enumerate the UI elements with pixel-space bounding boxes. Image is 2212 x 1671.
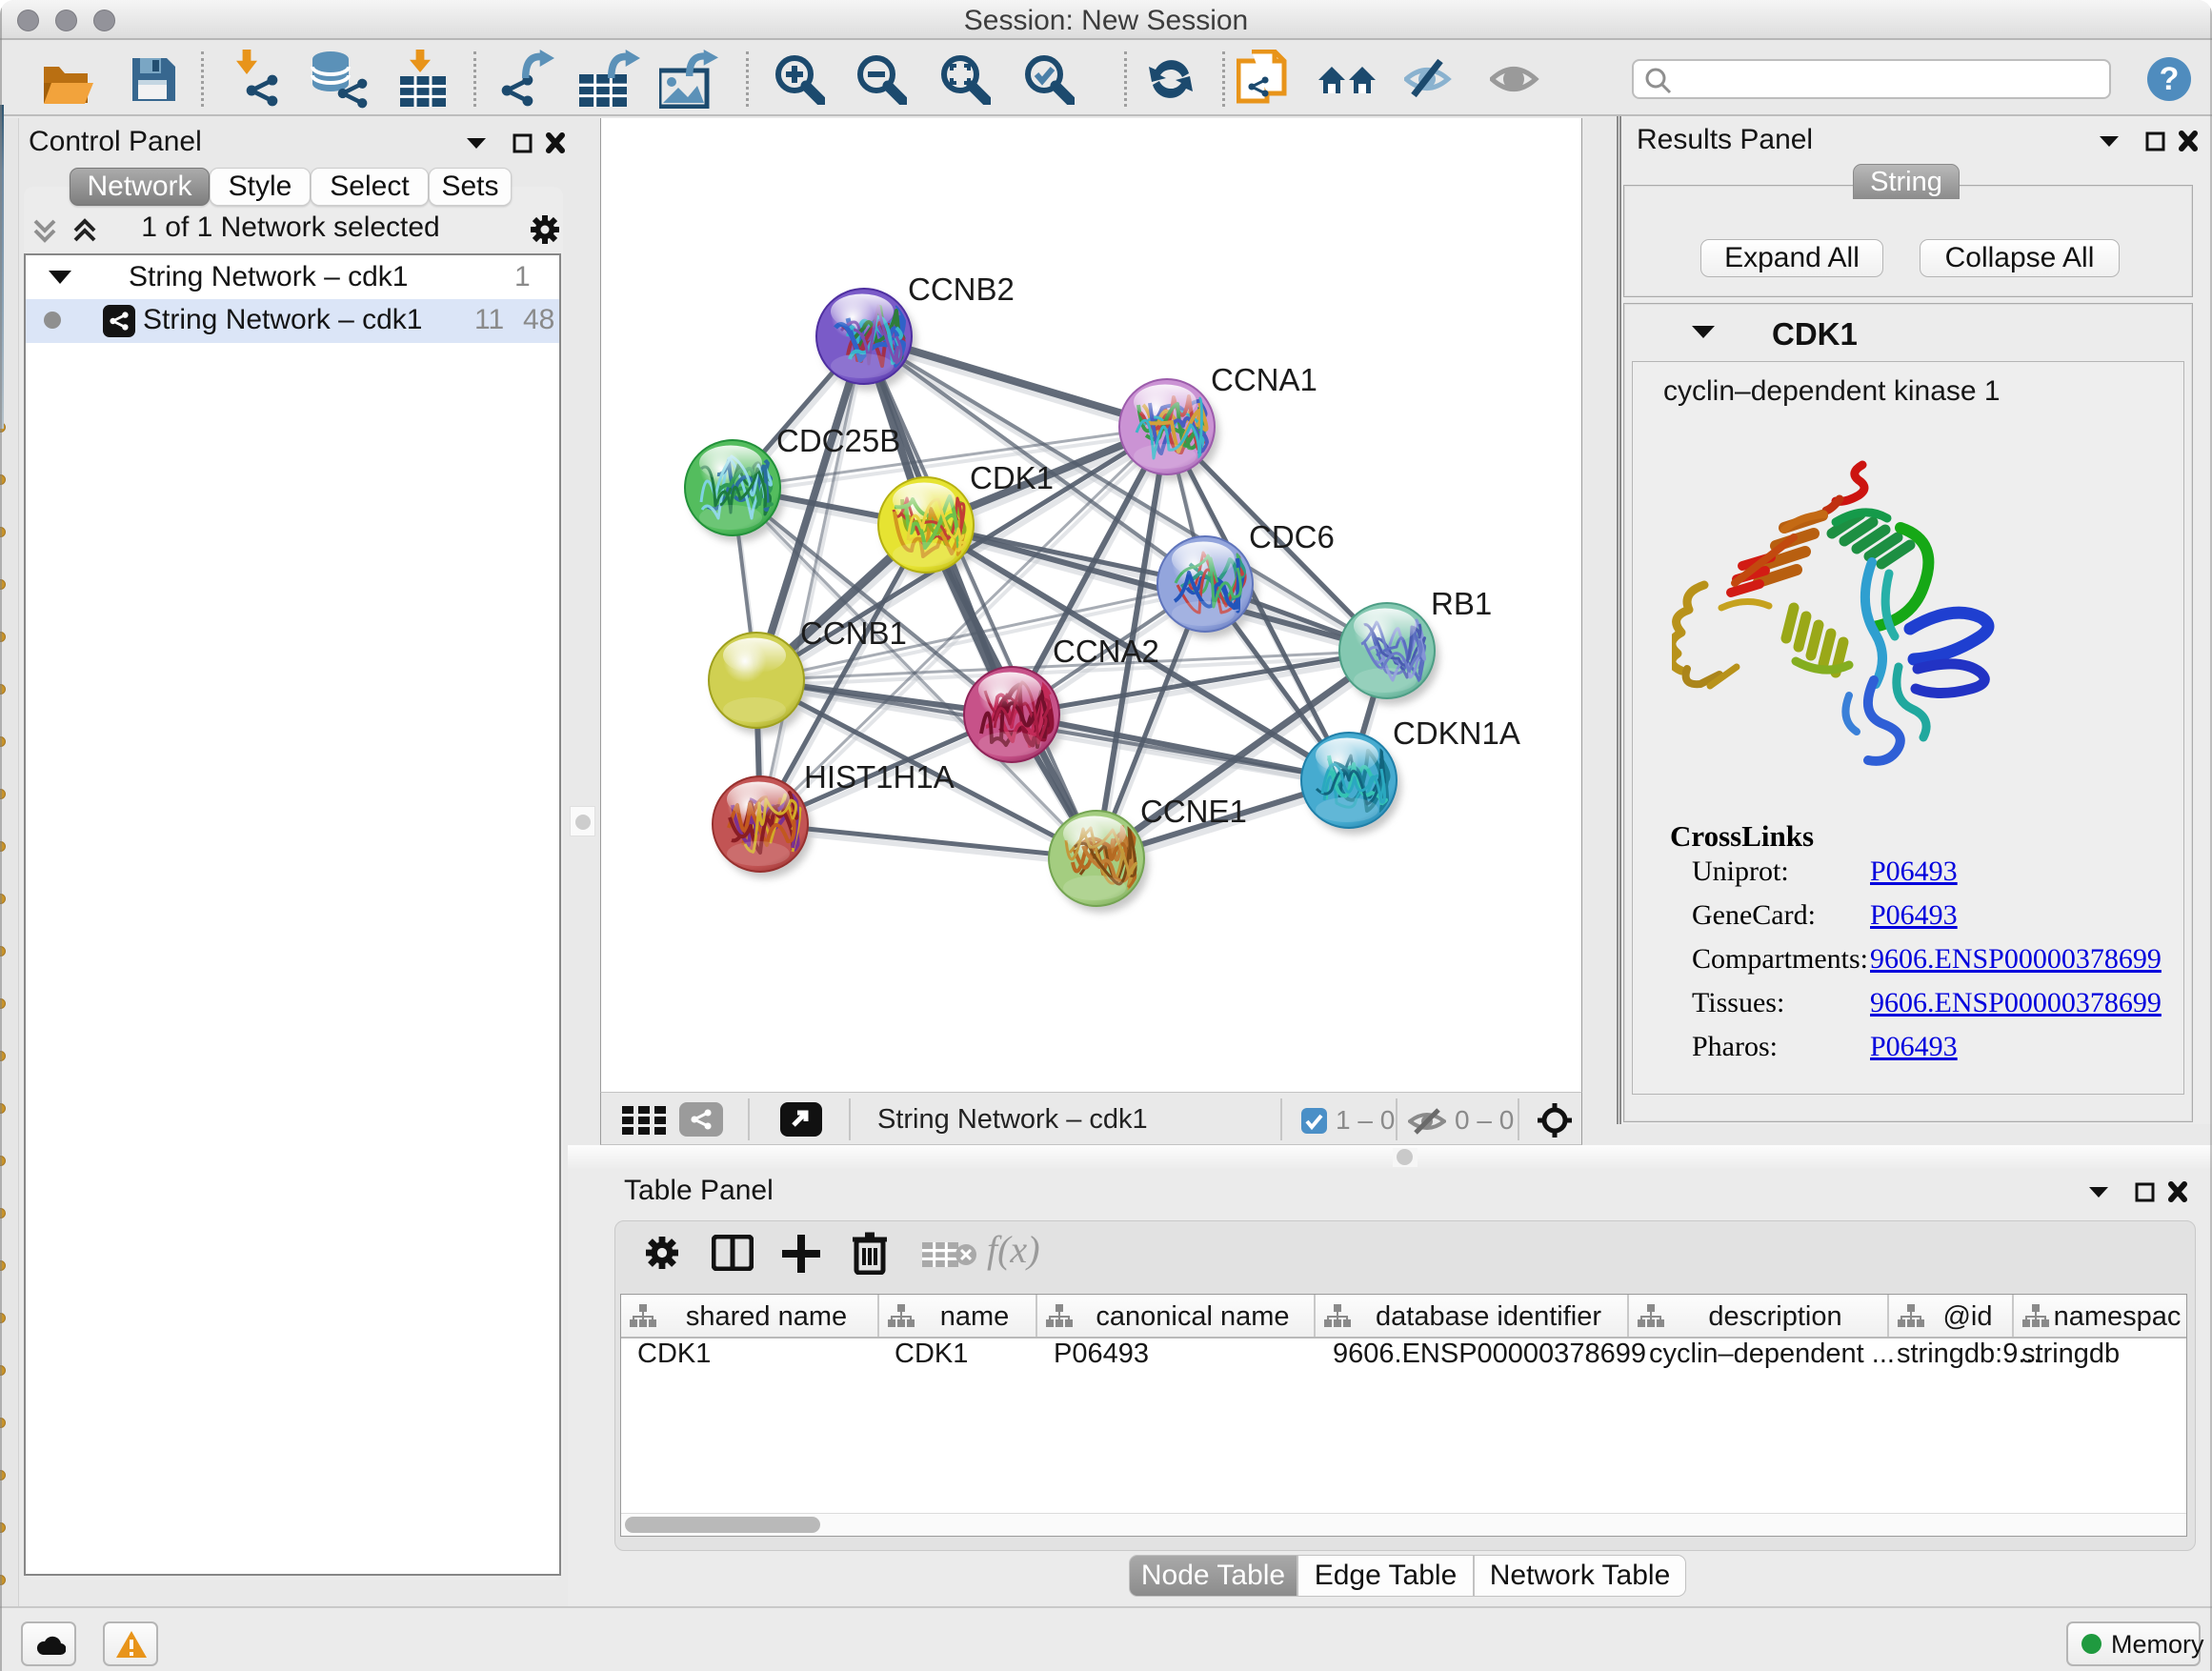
svg-text:CCNA1: CCNA1 [1211,362,1317,397]
svg-text:CDC25B: CDC25B [776,423,900,458]
svg-text:CCNA2: CCNA2 [1053,634,1159,669]
svg-text:HIST1H1A: HIST1H1A [804,759,955,795]
svg-text:CCNB1: CCNB1 [800,615,907,651]
svg-text:CDK1: CDK1 [970,460,1054,495]
svg-text:CDKN1A: CDKN1A [1393,715,1520,751]
svg-text:CCNB2: CCNB2 [908,272,1015,307]
svg-text:CDC6: CDC6 [1249,519,1335,554]
svg-text:CCNE1: CCNE1 [1140,794,1247,829]
svg-text:RB1: RB1 [1431,586,1492,621]
